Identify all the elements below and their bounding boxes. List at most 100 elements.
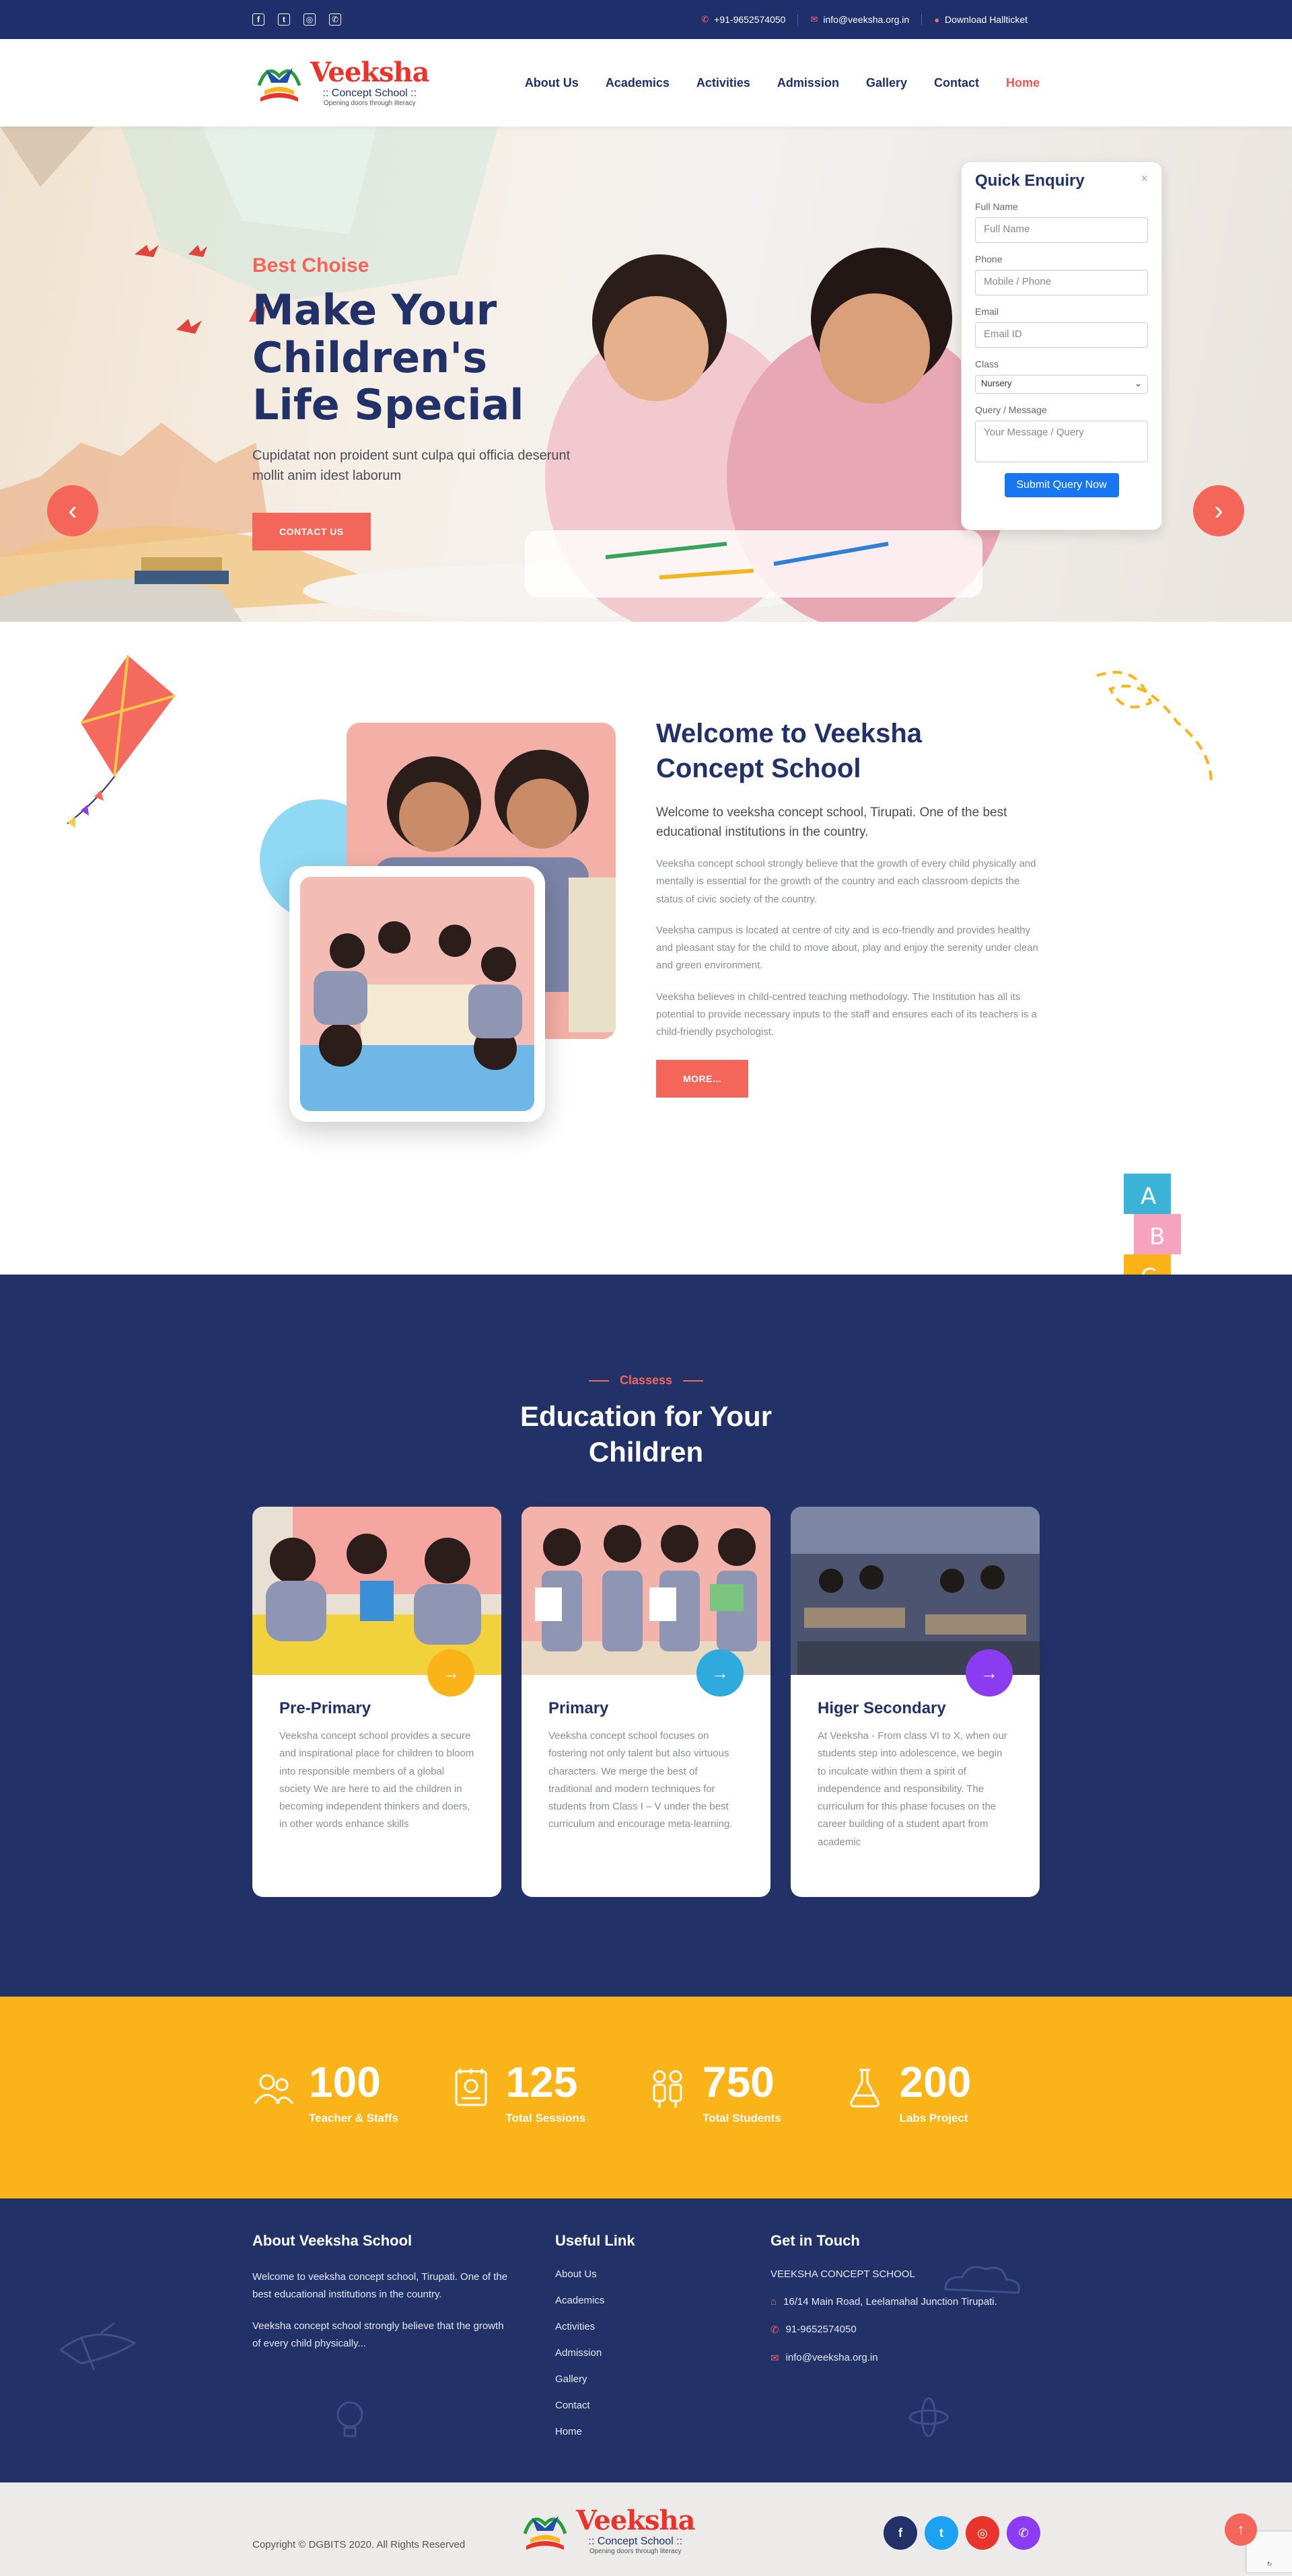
hero-prev-arrow[interactable]: ‹ [47, 485, 98, 536]
more-button[interactable]: MORE... [656, 1060, 749, 1098]
stat-labs-label: Labs Project [899, 2112, 968, 2124]
nav-admission[interactable]: Admission [777, 76, 839, 90]
footer-address: ⌂ 16/14 Main Road, Leelamahal Junction Ti… [770, 2296, 997, 2307]
footer-address-text: 16/14 Main Road, Leelamahal Junction Tir… [783, 2296, 997, 2307]
stat-labs: 200 Labs Project [843, 2061, 1040, 2125]
twitter-icon[interactable]: t [925, 2516, 958, 2550]
site-header: Veeksha :: Concept School :: Opening doo… [0, 39, 1292, 127]
nav-home[interactable]: Home [1006, 76, 1040, 90]
bottom-social-links: f t ◎ ✆ [884, 2516, 1040, 2550]
bottom-bar: Copyright © DGBITS 2020. All Rights Rese… [0, 2482, 1292, 2576]
chevron-down-icon: ⌄ [1135, 378, 1142, 388]
hero-next-arrow[interactable]: › [1193, 485, 1244, 536]
arrow-right-icon: → [442, 1662, 460, 1683]
submit-query-button[interactable]: Submit Query Now [1004, 473, 1119, 497]
primary-arrow-button[interactable]: → [696, 1649, 744, 1696]
recaptcha-icon: ↻ [1266, 2561, 1272, 2567]
class-card-pre-primary[interactable]: → Pre-Primary Veeksha concept school pro… [252, 1507, 501, 1897]
site-footer: About Veeksha School Welcome to veeksha … [0, 2198, 1292, 2482]
stat-students: 750 Total Students [646, 2061, 843, 2125]
footer-link-about-us[interactable]: About Us [555, 2268, 635, 2280]
notebook-icon [455, 2069, 487, 2106]
classes-eyebrow: Classess [0, 1373, 1292, 1388]
nav-contact[interactable]: Contact [934, 76, 979, 90]
nav-about-us[interactable]: About Us [525, 76, 579, 90]
stat-teachers: 100 Teacher & Staffs [252, 2061, 450, 2125]
message-label: Query / Message [975, 404, 1047, 415]
stat-sessions-number: 125 [505, 2058, 578, 2106]
pre-primary-arrow-button[interactable]: → [427, 1649, 474, 1696]
footer-logo[interactable]: Veeksha :: Concept School :: Opening doo… [518, 2504, 695, 2558]
footer-link-contact[interactable]: Contact [555, 2400, 635, 2411]
airplane-doodle-icon [59, 2322, 137, 2371]
footer-about-title: About Veeksha School [252, 2232, 412, 2249]
message-textarea[interactable]: Your Message / Query [975, 421, 1148, 462]
instagram-icon[interactable]: ◎ [303, 13, 316, 26]
arrow-right-icon: → [711, 1662, 729, 1683]
mail-icon: ✉ [810, 14, 818, 24]
whatsapp-icon[interactable]: ✆ [1007, 2516, 1040, 2550]
footer-link-admission[interactable]: Admission [555, 2347, 635, 2359]
close-icon[interactable]: × [1141, 172, 1148, 186]
nav-gallery[interactable]: Gallery [866, 76, 907, 90]
enquiry-title: Quick Enquiry [975, 172, 1085, 190]
facebook-icon[interactable]: f [252, 13, 264, 26]
stat-labs-number: 200 [899, 2058, 972, 2106]
phone-input[interactable]: Mobile / Phone [975, 270, 1148, 295]
logo-sub-text: Concept School [331, 87, 408, 99]
footer-email-text: info@veeksha.org.in [785, 2352, 878, 2363]
stat-teachers-number: 100 [309, 2058, 381, 2106]
class-card-higher-secondary[interactable]: → Higer Secondary At Veeksha - From clas… [791, 1507, 1040, 1897]
back-to-top-button[interactable]: ↑ [1225, 2513, 1257, 2546]
hero-kicker: Best Choise [252, 254, 369, 277]
eyebrow-line-right [683, 1380, 704, 1382]
footer-logo-name: Veeksha [576, 2504, 695, 2536]
classes-title-line1: Education for Your [519, 1400, 773, 1432]
welcome-text: Welcome to Veeksha Concept School Welcome… [656, 716, 1040, 1098]
top-phone-link[interactable]: ✆ +91-9652574050 [689, 14, 797, 25]
stat-students-number: 750 [703, 2058, 775, 2106]
chevron-left-icon: ‹ [68, 495, 77, 526]
site-logo[interactable]: Veeksha :: Concept School :: Opening doo… [252, 56, 429, 110]
higher-secondary-text: At Veeksha - From class VI to X, when ou… [818, 1730, 1007, 1848]
download-hallticket-link[interactable]: ● Download Hallticket [921, 14, 1040, 25]
footer-email[interactable]: ✉ info@veeksha.org.in [770, 2352, 997, 2364]
footer-link-academics[interactable]: Academics [555, 2295, 635, 2306]
higher-secondary-arrow-button[interactable]: → [966, 1649, 1013, 1696]
hero-content: Best Choise Make Your Children's Life Spe… [252, 254, 710, 551]
footer-link-gallery[interactable]: Gallery [555, 2373, 635, 2385]
footer-contact: Get in Touch VEEKSHA CONCEPT SCHOOL ⌂ 16/… [770, 2232, 997, 2380]
logo-sub: :: Concept School :: [322, 87, 417, 99]
whatsapp-icon[interactable]: ✆ [329, 13, 341, 26]
nav-academics[interactable]: Academics [606, 76, 670, 90]
atom-doodle-icon [908, 2397, 949, 2437]
abc-blocks-illustration: A B C [1124, 1174, 1181, 1275]
hero-title-line2: Life Special [252, 380, 524, 430]
hero-title: Make Your Children's Life Special [252, 286, 710, 430]
logo-emblem-icon [523, 2516, 567, 2550]
footer-link-activities[interactable]: Activities [555, 2321, 635, 2332]
facebook-icon[interactable]: f [884, 2516, 917, 2550]
welcome-paragraph-3: Veeksha believes in child-centred teachi… [656, 991, 1037, 1038]
flask-icon [849, 2069, 880, 2108]
pre-primary-text: Veeksha concept school provides a secure… [279, 1730, 474, 1830]
class-card-primary[interactable]: → Primary Veeksha concept school focuses… [522, 1507, 770, 1897]
nav-activities[interactable]: Activities [696, 76, 750, 90]
users-icon [254, 2074, 294, 2104]
class-select[interactable]: Nursery ⌄ [975, 375, 1148, 394]
class-cards: → Pre-Primary Veeksha concept school pro… [252, 1507, 1040, 1897]
welcome-lead: Welcome to veeksha concept school, Tirup… [656, 806, 1007, 839]
email-input[interactable]: Email ID [975, 322, 1148, 348]
top-email-link[interactable]: ✉ info@veeksha.org.in [797, 14, 921, 25]
instagram-icon[interactable]: ◎ [966, 2516, 999, 2550]
higher-secondary-photo [791, 1507, 1040, 1675]
footer-link-home[interactable]: Home [555, 2426, 635, 2437]
top-email-text: info@veeksha.org.in [823, 14, 910, 25]
twitter-icon[interactable]: t [278, 13, 290, 26]
full-name-label: Full Name [975, 201, 1018, 212]
footer-phone[interactable]: ✆ 91-9652574050 [770, 2324, 997, 2336]
arrow-right-icon: → [980, 1662, 998, 1683]
primary-photo-art [522, 1507, 770, 1675]
full-name-input[interactable]: Full Name [975, 217, 1148, 243]
contact-us-button[interactable]: CONTACT US [252, 513, 371, 551]
